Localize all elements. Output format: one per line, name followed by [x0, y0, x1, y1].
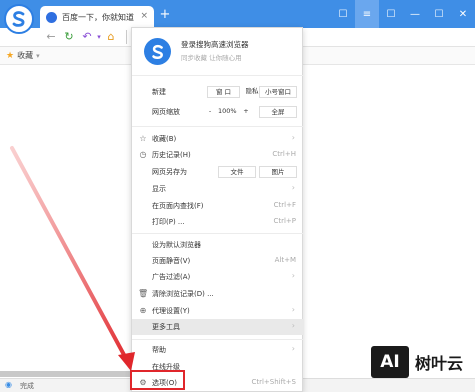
- home-icon[interactable]: ⌂: [104, 30, 118, 44]
- tab-title: 百度一下，你就知道: [62, 12, 134, 22]
- menu-item-label: 收藏(B): [152, 135, 177, 143]
- close-window-icon[interactable]: ✕: [451, 0, 475, 28]
- menu-item-label: 显示: [152, 185, 166, 193]
- sogou-s-icon: [151, 44, 163, 59]
- save-file-button[interactable]: 文件: [218, 166, 256, 178]
- status-text: 完成: [20, 382, 34, 390]
- chevron-right-icon: ›: [291, 271, 295, 280]
- shortcut-label: Ctrl+H: [272, 150, 296, 158]
- shortcut-label: Ctrl+Shift+S: [251, 378, 296, 386]
- shortcut-label: Ctrl+P: [273, 217, 296, 225]
- login-link[interactable]: 登录搜狗高速浏览器: [181, 39, 249, 50]
- zoom-in-button[interactable]: +: [240, 106, 252, 118]
- divider: [132, 75, 304, 76]
- sidebar-icon[interactable]: ☐: [331, 0, 355, 28]
- title-bar: 百度一下，你就知道 × + ☐ ≡ ☐ — ☐ ✕: [0, 0, 475, 28]
- divider: [132, 233, 304, 234]
- menu-item-label: 设为默认浏览器: [152, 241, 201, 249]
- chevron-down-icon: ▾: [36, 51, 40, 60]
- menu-item-label: 帮助: [152, 346, 166, 354]
- sync-subtitle: 同步收藏 让你随心用: [181, 54, 242, 62]
- globe-icon: ◉: [5, 380, 12, 389]
- new-row: 新建 窗 口 隐私窗口 小号窗口: [132, 84, 304, 100]
- menu-item-label: 历史记录(H): [152, 151, 191, 159]
- menu-item-clear-history[interactable]: 🗑 清除浏览记录(D) ...: [132, 286, 304, 302]
- menu-icon[interactable]: ≡: [355, 0, 379, 28]
- fullscreen-button[interactable]: 全屏: [259, 106, 297, 118]
- menu-item-label: 清除浏览记录(D) ...: [152, 290, 214, 298]
- options-highlight-box: [130, 370, 185, 390]
- skin-icon[interactable]: ☐: [379, 0, 403, 28]
- chevron-right-icon: ›: [291, 305, 295, 314]
- watermark-text: 树叶云: [415, 354, 464, 373]
- star-icon: ★: [6, 50, 15, 61]
- main-menu: 登录搜狗高速浏览器 同步收藏 让你随心用 新建 窗 口 隐私窗口 小号窗口 网页…: [131, 27, 304, 392]
- sogou-menu-logo: [144, 38, 171, 65]
- menu-item-label: 广告过滤(A): [152, 273, 191, 281]
- zoom-out-button[interactable]: -: [204, 106, 216, 118]
- window-controls: ☐ ≡ ☐ — ☐ ✕: [331, 0, 475, 28]
- menu-item-label: 网页另存为: [152, 168, 187, 176]
- chevron-right-icon: ›: [291, 133, 295, 142]
- divider: [132, 126, 304, 127]
- sogou-logo[interactable]: [4, 4, 34, 34]
- shortcut-label: Alt+M: [274, 256, 296, 264]
- menu-item-proxy[interactable]: ⊕ 代理设置(Y) ›: [132, 303, 304, 319]
- chevron-right-icon: ›: [291, 344, 295, 353]
- watermark-logo: AI: [371, 346, 409, 378]
- menu-item-label: 打印(P) ...: [152, 218, 185, 226]
- zoom-value: 100%: [218, 107, 237, 115]
- star-outline-icon: ☆: [139, 134, 147, 143]
- menu-item-label: 在页面内查找(F): [152, 202, 204, 210]
- menu-item-display[interactable]: 显示 ›: [132, 181, 304, 197]
- back-icon[interactable]: ←: [44, 30, 58, 44]
- new-window-button[interactable]: 窗 口: [207, 86, 240, 98]
- menu-item-favorites[interactable]: ☆ 收藏(B) ›: [132, 131, 304, 147]
- chevron-right-icon: ›: [291, 183, 295, 192]
- menu-item-find[interactable]: 在页面内查找(F) Ctrl+F: [132, 198, 304, 214]
- menu-item-print[interactable]: 打印(P) ... Ctrl+P: [132, 214, 304, 230]
- minimize-icon[interactable]: —: [403, 0, 427, 28]
- menu-item-set-default[interactable]: 设为默认浏览器: [132, 237, 304, 253]
- favorites-button[interactable]: ★ 收藏 ▾: [6, 50, 40, 61]
- proxy-icon: ⊕: [139, 306, 147, 315]
- maximize-icon[interactable]: ☐: [427, 0, 451, 28]
- menu-item-label: 页面静音(V): [152, 257, 191, 265]
- horizontal-scrollbar[interactable]: [0, 371, 140, 377]
- menu-item-label: 代理设置(Y): [152, 307, 190, 315]
- tab-close-icon[interactable]: ×: [140, 11, 148, 21]
- trash-icon: 🗑: [138, 289, 149, 298]
- zoom-row: 网页缩放 - 100% + 全屏: [132, 104, 304, 120]
- sogou-s-icon: [12, 11, 25, 27]
- new-tab-button[interactable]: +: [158, 8, 172, 22]
- tab-baidu[interactable]: 百度一下，你就知道 ×: [40, 6, 154, 28]
- menu-header[interactable]: 登录搜狗高速浏览器 同步收藏 让你随心用: [132, 28, 304, 74]
- divider: [132, 339, 304, 340]
- menu-item-help[interactable]: 帮助 ›: [132, 342, 304, 358]
- menu-item-history[interactable]: ◷ 历史记录(H) Ctrl+H: [132, 147, 304, 163]
- zoom-label: 网页缩放: [152, 108, 180, 116]
- menu-item-save-as: 网页另存为 文件 图片: [132, 164, 304, 180]
- watermark: AI 树叶云: [371, 343, 475, 381]
- mini-window-button[interactable]: 小号窗口: [259, 86, 297, 98]
- new-label: 新建: [152, 88, 166, 96]
- reload-icon[interactable]: ↻: [62, 30, 76, 44]
- chevron-right-icon: ›: [291, 321, 295, 330]
- menu-item-more-tools[interactable]: 更多工具 ›: [132, 319, 304, 335]
- clock-icon: ◷: [139, 150, 147, 159]
- menu-item-adblock[interactable]: 广告过滤(A) ›: [132, 269, 304, 285]
- save-image-button[interactable]: 图片: [259, 166, 297, 178]
- baidu-favicon-icon: [46, 11, 57, 23]
- menu-item-mute[interactable]: 页面静音(V) Alt+M: [132, 253, 304, 269]
- menu-item-label: 更多工具: [152, 323, 180, 331]
- shortcut-label: Ctrl+F: [273, 201, 296, 209]
- favorites-label: 收藏: [17, 51, 34, 60]
